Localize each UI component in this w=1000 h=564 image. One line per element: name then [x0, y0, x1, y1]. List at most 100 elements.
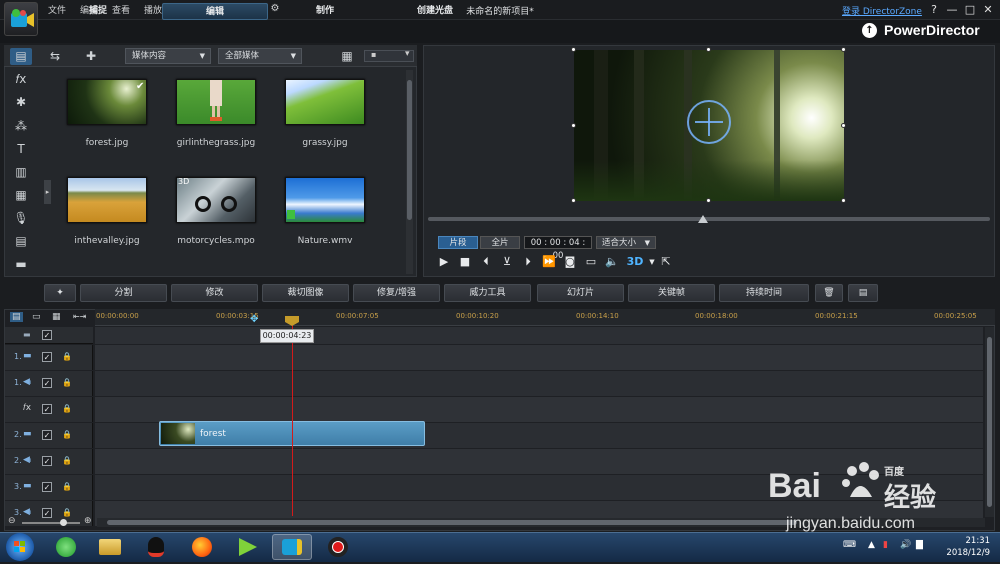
- previous-frame-button[interactable]: ⏴: [478, 255, 494, 269]
- resize-handle[interactable]: [571, 198, 576, 203]
- timeline-view-icon[interactable]: ▤: [10, 312, 23, 322]
- close-button[interactable]: ✕: [980, 2, 996, 17]
- snapshot-icon[interactable]: ◙: [562, 255, 578, 269]
- lock-icon[interactable]: 🔒: [62, 352, 72, 362]
- thumbnail-size-slider[interactable]: ▪ ▾: [364, 49, 414, 62]
- track-enable-checkbox[interactable]: ✓: [42, 482, 52, 492]
- zoom-in-icon[interactable]: ⊕: [84, 516, 92, 526]
- clip-mode-button[interactable]: 片段: [438, 236, 478, 249]
- inthevalley-thumbnail[interactable]: [67, 177, 147, 223]
- maximize-button[interactable]: □: [962, 2, 978, 17]
- grassy-thumbnail[interactable]: [285, 79, 365, 125]
- resize-handle[interactable]: [706, 47, 711, 52]
- preview-quality-icon[interactable]: ▭: [583, 255, 599, 269]
- track-enable-checkbox[interactable]: ✓: [42, 378, 52, 388]
- resize-handle[interactable]: [706, 198, 711, 203]
- audio-mixing-icon[interactable]: ▦: [10, 186, 32, 204]
- tab-produce[interactable]: 制作: [282, 3, 368, 20]
- particle-icon[interactable]: ⁂: [10, 117, 32, 135]
- import-media-icon[interactable]: ⇆: [44, 48, 66, 65]
- fast-forward-button[interactable]: ⏩: [541, 255, 557, 269]
- power-tools-button[interactable]: 威力工具: [444, 284, 531, 302]
- menu-play[interactable]: 播放: [144, 3, 162, 16]
- magic-tools-icon[interactable]: ✦: [44, 284, 76, 302]
- girlinthegrass-thumbnail[interactable]: [176, 79, 256, 125]
- zoom-marker-icon[interactable]: ✥: [250, 314, 258, 325]
- video-track-body[interactable]: [95, 345, 983, 370]
- play-button[interactable]: ▶: [436, 255, 452, 269]
- media-filter-dropdown[interactable]: 媒体内容 ▼: [125, 48, 211, 64]
- zoom-out-icon[interactable]: ⊖: [8, 516, 16, 526]
- resize-handle[interactable]: [571, 123, 576, 128]
- grid-view-icon[interactable]: ▦: [336, 48, 358, 65]
- taskbar-app-browser-icon[interactable]: [46, 534, 86, 560]
- library-scrollbar[interactable]: [406, 70, 413, 274]
- volume-icon[interactable]: 🔈: [604, 255, 620, 269]
- resize-handle[interactable]: [841, 198, 846, 203]
- upload-icon[interactable]: ↑: [862, 23, 877, 38]
- fit-timeline-icon[interactable]: ⇤⇥: [73, 312, 86, 321]
- timeline-zoom-slider[interactable]: ⊖ ⊕: [8, 516, 92, 527]
- lock-icon[interactable]: 🔒: [62, 430, 72, 440]
- resize-handle[interactable]: [841, 47, 846, 52]
- preview-image[interactable]: [574, 50, 844, 201]
- lock-icon[interactable]: 🔒: [62, 456, 72, 466]
- subtitle-icon[interactable]: ▬: [10, 255, 32, 273]
- minimize-button[interactable]: —: [944, 2, 960, 17]
- voiceover-icon[interactable]: 🎙: [10, 209, 32, 227]
- pip-objects-icon[interactable]: ✱: [10, 93, 32, 111]
- split-button[interactable]: 分割: [80, 284, 167, 302]
- taskbar-app-firefox-icon[interactable]: [182, 534, 222, 560]
- tab-capture[interactable]: 捕捉: [55, 3, 141, 20]
- frame-step-icon[interactable]: ⊻: [499, 255, 515, 269]
- tab-create-disc[interactable]: 创建光盘: [390, 3, 480, 20]
- lock-icon[interactable]: 🔒: [62, 508, 72, 518]
- seek-thumb[interactable]: [698, 215, 709, 223]
- taskbar-app-powerdirector-icon[interactable]: [272, 534, 312, 560]
- taskbar-app-qq-icon[interactable]: [136, 534, 176, 560]
- fix-enhance-button[interactable]: 修复/增强: [353, 284, 440, 302]
- settings-icon[interactable]: ⚙: [268, 3, 282, 15]
- media-type-dropdown[interactable]: 全部媒体 ▼: [218, 48, 302, 64]
- audio-track-body[interactable]: [95, 371, 983, 396]
- track-enable-checkbox[interactable]: ✓: [42, 456, 52, 466]
- taskbar-app-explorer-icon[interactable]: [90, 534, 130, 560]
- chapter-icon[interactable]: ▤: [10, 232, 32, 250]
- transition-icon[interactable]: ▥: [10, 163, 32, 181]
- tab-edit[interactable]: 编辑: [162, 3, 268, 20]
- effect-track-body[interactable]: [95, 397, 983, 422]
- fit-size-dropdown[interactable]: 适合大小 ▼: [596, 236, 656, 249]
- duration-button[interactable]: 持续时间: [719, 284, 809, 302]
- track-enable-checkbox[interactable]: ✓: [42, 404, 52, 414]
- resize-handle[interactable]: [841, 123, 846, 128]
- login-link[interactable]: 登录 DirectorZone: [842, 4, 922, 17]
- lock-icon[interactable]: 🔒: [62, 482, 72, 492]
- fx-room-icon[interactable]: 𝑓x: [10, 70, 32, 88]
- keyframe-button[interactable]: 关键帧: [628, 284, 715, 302]
- crop-image-button[interactable]: 裁切图像: [262, 284, 349, 302]
- lock-icon[interactable]: 🔒: [62, 378, 72, 388]
- all-tracks-checkbox[interactable]: ✓: [42, 330, 52, 340]
- forest-thumbnail[interactable]: [67, 79, 147, 125]
- taskbar-app-recorder-icon[interactable]: [318, 534, 358, 560]
- movie-mode-button[interactable]: 全片: [480, 236, 520, 249]
- lock-icon[interactable]: 🔒: [62, 404, 72, 414]
- undock-preview-icon[interactable]: ⇱: [658, 255, 674, 269]
- title-room-icon[interactable]: T: [10, 140, 32, 158]
- media-room-icon[interactable]: ▤: [10, 48, 32, 65]
- storyboard-view-icon[interactable]: ▭: [32, 312, 41, 322]
- collapse-panel-handle[interactable]: ▸: [44, 180, 51, 204]
- preview-seek-bar[interactable]: [428, 217, 990, 221]
- track-enable-checkbox[interactable]: ✓: [42, 508, 52, 518]
- timecode-display[interactable]: 00 : 00 : 04 : 00: [524, 236, 592, 261]
- playhead[interactable]: [292, 318, 293, 516]
- track-manager-icon[interactable]: ▦: [52, 312, 61, 322]
- plugin-icon[interactable]: ✚: [80, 48, 102, 65]
- resize-handle[interactable]: [571, 47, 576, 52]
- slideshow-button[interactable]: 幻灯片: [537, 284, 624, 302]
- taskbar-app-player-icon[interactable]: [228, 534, 268, 560]
- next-frame-button[interactable]: ⏵: [520, 255, 536, 269]
- track-enable-checkbox[interactable]: ✓: [42, 430, 52, 440]
- delete-icon[interactable]: 🗑: [815, 284, 843, 302]
- help-button[interactable]: ?: [926, 2, 942, 17]
